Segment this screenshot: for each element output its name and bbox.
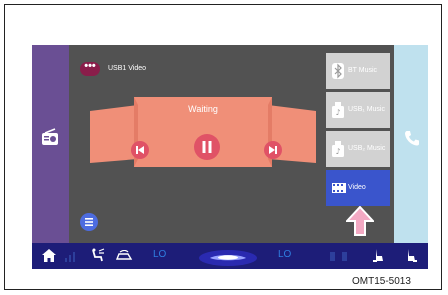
menu-item-usb2-music[interactable]: ♪ USB₂ Music <box>326 131 390 167</box>
source-badge: ••• <box>80 61 100 76</box>
radio-icon <box>42 128 58 145</box>
home-icon[interactable] <box>42 249 56 262</box>
infotainment-screen: ••• USB1 Video Waiting BT Music ♪ USB₁ M… <box>32 45 428 269</box>
phone-icon <box>405 131 419 146</box>
phone-sidebar-button[interactable] <box>394 45 428 243</box>
pointer-arrow <box>346 206 374 236</box>
menu-item-label: USB₁ Music <box>348 106 385 113</box>
menu-item-label: BT Music <box>348 67 378 74</box>
svg-text:♪: ♪ <box>335 108 340 117</box>
radio-sidebar-button[interactable] <box>32 45 69 243</box>
status-bar: LO LO <box>32 243 428 269</box>
right-temperature[interactable]: LO <box>278 249 291 260</box>
source-label: USB1 Video <box>108 65 147 72</box>
climate-center-icon[interactable] <box>198 246 258 266</box>
next-button[interactable] <box>264 141 282 159</box>
list-icon <box>85 218 93 226</box>
usb-music-icon: ♪ <box>332 141 344 157</box>
recirculation-icon[interactable] <box>115 250 133 261</box>
film-icon <box>332 183 346 193</box>
player-status: Waiting <box>188 104 218 114</box>
pause-button[interactable] <box>194 134 220 160</box>
bluetooth-icon <box>332 63 344 79</box>
seat-heat-driver-icon[interactable] <box>373 248 385 263</box>
previous-button[interactable] <box>131 141 149 159</box>
seat-heat-passenger-icon[interactable] <box>405 248 417 263</box>
svg-text:♪: ♪ <box>335 147 340 156</box>
left-temperature[interactable]: LO <box>153 249 166 260</box>
menu-item-video[interactable]: Video <box>326 170 390 206</box>
seat-airflow-icon[interactable] <box>90 248 106 263</box>
figure-code: OMT15-5013 <box>352 276 411 287</box>
playlist-button[interactable] <box>80 213 98 231</box>
fan-speed-icon[interactable] <box>330 249 354 263</box>
seat-heat-icon[interactable] <box>64 249 78 262</box>
menu-item-label: Video <box>348 184 366 191</box>
menu-item-usb1-music[interactable]: ♪ USB₁ Music <box>326 92 390 128</box>
menu-item-bt-music[interactable]: BT Music <box>326 53 390 89</box>
usb-music-icon: ♪ <box>332 102 344 118</box>
menu-item-label: USB₂ Music <box>348 145 386 152</box>
